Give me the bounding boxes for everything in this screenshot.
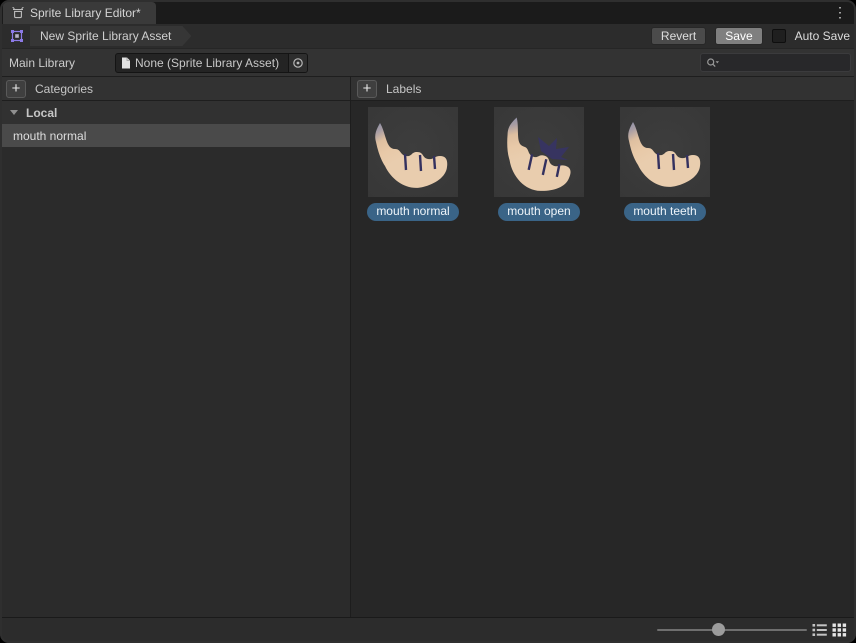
breadcrumb-label: New Sprite Library Asset bbox=[40, 29, 171, 43]
sprite-library-editor-window: Sprite Library Editor* ⋮ New Sprite Libr… bbox=[0, 0, 856, 643]
object-picker-icon bbox=[292, 57, 304, 69]
main-library-object-field[interactable]: None (Sprite Library Asset) bbox=[115, 53, 308, 73]
labels-header-label: Labels bbox=[386, 82, 421, 96]
thumbnail-size-slider-knob[interactable] bbox=[712, 623, 725, 636]
labels-header: + Labels bbox=[351, 76, 856, 101]
main-library-row: Main Library None (Sprite Library Asset) bbox=[0, 48, 856, 76]
label-cell-mouth-teeth: mouth teeth bbox=[620, 107, 710, 221]
sprite-label-pill[interactable]: mouth teeth bbox=[624, 203, 705, 221]
list-view-icon[interactable] bbox=[812, 623, 827, 637]
label-pill-wrap: mouth normal bbox=[367, 202, 458, 221]
add-label-button[interactable]: + bbox=[357, 80, 377, 98]
tab-bar: Sprite Library Editor* ⋮ bbox=[0, 0, 856, 24]
search-input[interactable] bbox=[723, 56, 845, 70]
sprite-thumbnail-mouth-teeth[interactable] bbox=[620, 107, 710, 197]
thumbnail-size-slider-track[interactable] bbox=[657, 629, 807, 631]
panel-divider[interactable] bbox=[350, 76, 351, 617]
tab-title: Sprite Library Editor* bbox=[30, 6, 141, 20]
revert-button[interactable]: Revert bbox=[651, 27, 706, 45]
search-field[interactable] bbox=[700, 53, 851, 72]
object-field-value: None (Sprite Library Asset) bbox=[135, 56, 288, 70]
sprite-label-pill[interactable]: mouth open bbox=[498, 203, 579, 221]
search-icon bbox=[706, 57, 720, 69]
auto-save-label: Auto Save bbox=[795, 29, 850, 43]
main-library-label: Main Library bbox=[9, 49, 75, 77]
save-button[interactable]: Save bbox=[715, 27, 762, 45]
sprite-label-pill[interactable]: mouth normal bbox=[367, 203, 458, 221]
sprite-library-editor-icon bbox=[11, 6, 25, 20]
bottom-bar bbox=[0, 617, 856, 643]
group-label: Local bbox=[26, 106, 57, 120]
labels-panel: mouth normal mouth open mouth teeth bbox=[351, 101, 856, 617]
categories-panel: Local mouth normal bbox=[0, 101, 350, 617]
foldout-triangle-icon bbox=[10, 110, 18, 115]
auto-save-checkbox[interactable] bbox=[772, 29, 786, 43]
category-row-mouth-normal[interactable]: mouth normal bbox=[0, 124, 350, 147]
label-pill-wrap: mouth teeth bbox=[624, 202, 705, 221]
kebab-menu-icon[interactable]: ⋮ bbox=[833, 3, 847, 21]
sprite-library-asset-icon bbox=[9, 28, 25, 44]
local-group-foldout[interactable]: Local bbox=[0, 101, 350, 124]
categories-header-label: Categories bbox=[35, 82, 93, 96]
categories-header: + Categories bbox=[0, 76, 350, 101]
toolbar: New Sprite Library Asset Revert Save Aut… bbox=[0, 24, 856, 48]
document-icon bbox=[121, 57, 131, 69]
sprite-thumbnail-mouth-open[interactable] bbox=[494, 107, 584, 197]
toolbar-actions: Revert Save Auto Save bbox=[651, 27, 850, 45]
add-category-button[interactable]: + bbox=[6, 80, 26, 98]
label-cell-mouth-open: mouth open bbox=[494, 107, 584, 221]
label-pill-wrap: mouth open bbox=[498, 202, 579, 221]
object-picker-button[interactable] bbox=[288, 54, 307, 72]
grid-view-icon[interactable] bbox=[832, 623, 847, 637]
sprite-thumbnail-mouth-normal[interactable] bbox=[368, 107, 458, 197]
category-label: mouth normal bbox=[13, 129, 86, 143]
tab-sprite-library-editor[interactable]: Sprite Library Editor* bbox=[3, 2, 156, 24]
label-cell-mouth-normal: mouth normal bbox=[368, 107, 458, 221]
breadcrumb[interactable]: New Sprite Library Asset bbox=[30, 26, 191, 46]
